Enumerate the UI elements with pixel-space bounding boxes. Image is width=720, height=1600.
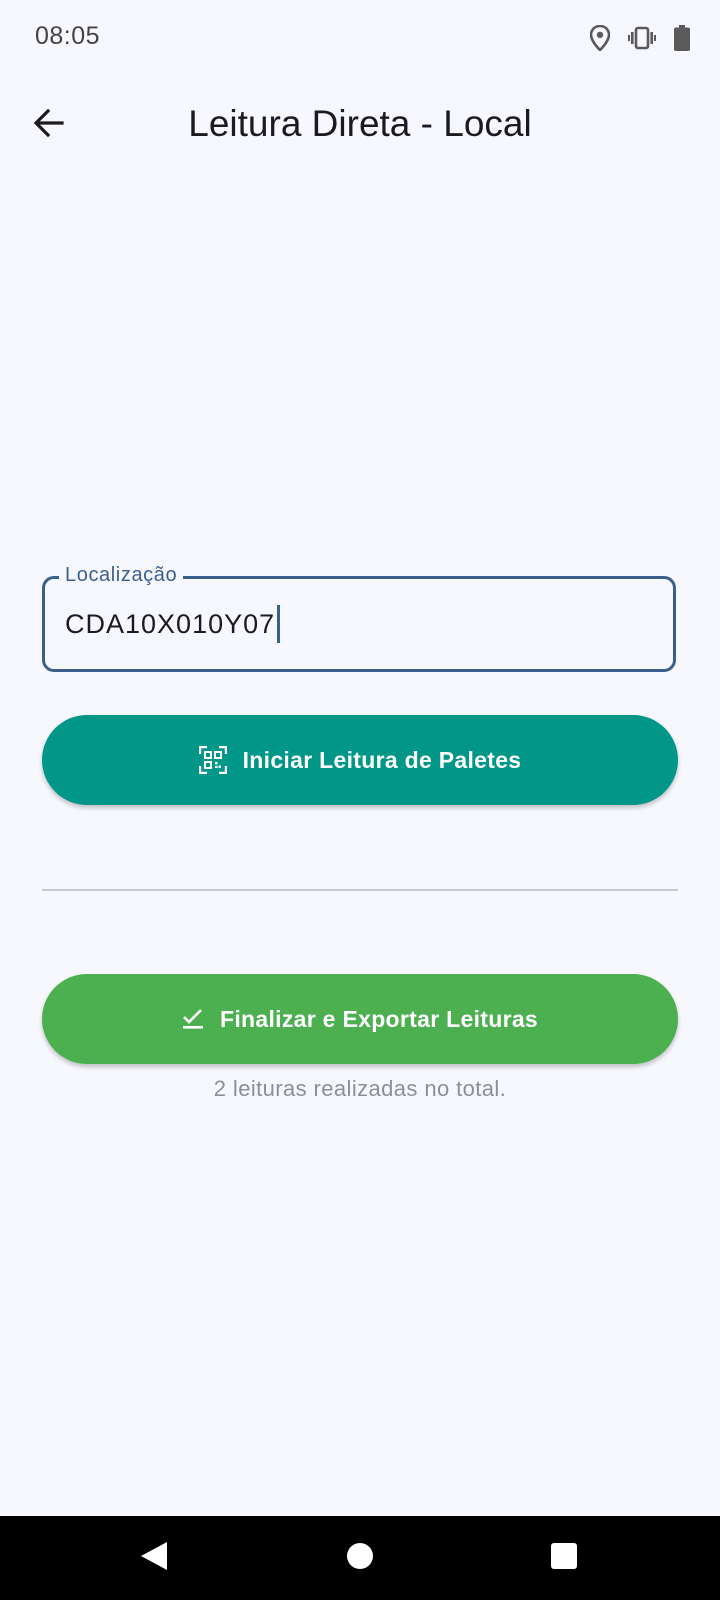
- nav-recents-icon: [550, 1542, 578, 1575]
- nav-bar: [0, 1516, 720, 1600]
- status-time: 08:05: [35, 22, 101, 50]
- location-field-label: Localização: [59, 563, 184, 587]
- done-all-icon: [182, 1008, 204, 1030]
- location-input[interactable]: CDA10X010Y07: [65, 605, 281, 643]
- location-input-value: CDA10X010Y07: [65, 609, 276, 639]
- start-pallet-reading-button[interactable]: Iniciar Leitura de Paletes: [42, 715, 678, 805]
- qr-code-scanner-icon: [198, 746, 227, 774]
- nav-home-button[interactable]: [336, 1534, 384, 1582]
- finish-export-button[interactable]: Finalizar e Exportar Leituras: [42, 974, 678, 1064]
- location-field[interactable]: Localização CDA10X010Y07: [42, 563, 676, 672]
- nav-recents-button[interactable]: [540, 1534, 588, 1582]
- nav-back-button[interactable]: [130, 1534, 178, 1582]
- status-icons: [590, 22, 690, 54]
- screen: 08:05 Leitura Direta - Local Localização…: [0, 0, 720, 1600]
- divider: [42, 889, 678, 891]
- readings-summary: 2 leituras realizadas no total.: [213, 1076, 507, 1101]
- text-cursor: [277, 605, 281, 643]
- nav-back-icon: [139, 1540, 169, 1577]
- app-bar: Leitura Direta - Local: [0, 78, 720, 170]
- battery-icon: [674, 25, 690, 51]
- start-pallet-reading-label: Iniciar Leitura de Paletes: [242, 746, 522, 773]
- status-bar: 08:05: [0, 0, 720, 78]
- nav-home-icon: [346, 1542, 374, 1575]
- location-icon: [590, 25, 610, 51]
- vibrate-icon: [628, 26, 656, 50]
- finish-export-label: Finalizar e Exportar Leituras: [219, 1005, 539, 1032]
- page-title: Leitura Direta - Local: [188, 103, 532, 144]
